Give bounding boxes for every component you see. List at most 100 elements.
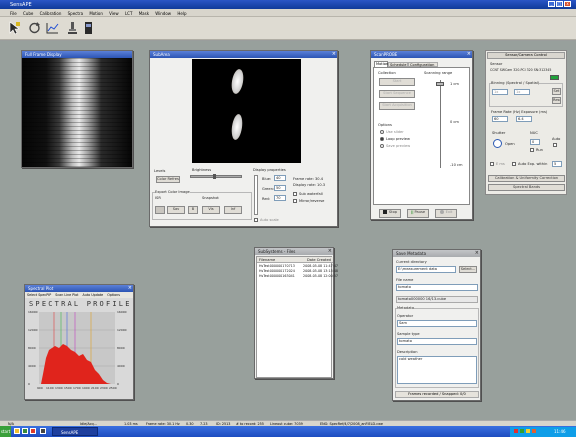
- save-button[interactable]: [155, 206, 165, 214]
- col-date[interactable]: Date Created: [307, 258, 331, 262]
- close-button[interactable]: x: [564, 1, 571, 7]
- camera-icon[interactable]: [82, 21, 95, 35]
- close-icon[interactable]: ×: [467, 51, 471, 57]
- menu-auto-update[interactable]: Auto Update: [83, 293, 104, 297]
- full-frame-image[interactable]: [22, 58, 132, 167]
- subarea-title[interactable]: SubArea ×: [150, 51, 337, 58]
- metadata-title[interactable]: Save Metadata ×: [393, 250, 480, 257]
- menu-cube[interactable]: Cube: [23, 11, 33, 16]
- microscope-icon[interactable]: [66, 21, 79, 35]
- tray-icon[interactable]: [526, 429, 530, 433]
- ext-checkbox[interactable]: [490, 162, 494, 166]
- pause-button[interactable]: ||Pause: [407, 209, 429, 218]
- close-icon[interactable]: ×: [328, 248, 332, 254]
- operator-field[interactable]: Sam: [397, 320, 477, 327]
- shutter-toggle-icon[interactable]: [493, 139, 502, 148]
- chart-icon[interactable]: [46, 21, 59, 35]
- calibration-button[interactable]: Calibration & Uniformity Correction: [488, 175, 565, 182]
- menu-help[interactable]: Help: [177, 11, 186, 16]
- auto-checkbox[interactable]: [553, 143, 557, 147]
- menu-select-specpip[interactable]: Select SpecPIP: [27, 293, 51, 297]
- start-button[interactable]: Start: [379, 78, 415, 86]
- close-icon[interactable]: ×: [475, 250, 479, 256]
- quicklaunch-icon[interactable]: [30, 428, 36, 434]
- binning-set-button[interactable]: Set: [552, 88, 561, 95]
- menu-lct[interactable]: LCT: [125, 11, 132, 16]
- slider-handle[interactable]: [213, 174, 216, 179]
- blue-field[interactable]: 40: [274, 175, 286, 181]
- channel-scale[interactable]: [254, 175, 258, 215]
- menu-calibration[interactable]: Calibration: [40, 11, 62, 16]
- cursor-icon[interactable]: [8, 21, 21, 35]
- minimize-button[interactable]: _: [548, 1, 555, 7]
- exit-button[interactable]: Exit: [435, 209, 457, 218]
- brightness-slider[interactable]: [190, 174, 242, 179]
- tray-icon[interactable]: [532, 429, 536, 433]
- color-refresh-button[interactable]: Color Refresh: [156, 176, 180, 183]
- sample-type-field[interactable]: tomato: [397, 338, 477, 345]
- bin-spectral-field[interactable]: 1x: [492, 89, 508, 95]
- full-frame-title[interactable]: Full Frame Display: [22, 51, 132, 58]
- snapshot-inf-button[interactable]: Inf: [224, 206, 242, 214]
- refresh-icon[interactable]: [28, 21, 41, 35]
- binning-reset-button[interactable]: Reset: [552, 97, 561, 104]
- subarea-image[interactable]: [192, 59, 301, 163]
- red-field[interactable]: 70: [274, 195, 286, 201]
- menu-scan-line-plot[interactable]: Scan Line Plot: [55, 293, 78, 297]
- menu-mask[interactable]: Mask: [139, 11, 149, 16]
- sensor-control-header[interactable]: Sensor/Camera Control: [487, 52, 565, 59]
- close-icon[interactable]: ×: [128, 285, 132, 291]
- start-acquisition-button[interactable]: Start Acquisition: [379, 102, 415, 110]
- spectral-plot-area[interactable]: SPECTRAL PROFILE 16000 12000 8000 4000 0…: [25, 298, 133, 399]
- quicklaunch-icon[interactable]: [14, 428, 20, 434]
- frame-rate-field[interactable]: 60: [492, 116, 508, 122]
- nuc-run-checkbox[interactable]: [530, 148, 534, 152]
- loop-preview-radio[interactable]: [380, 137, 384, 141]
- exposure-field[interactable]: 6.4: [516, 116, 532, 122]
- auto-scale-checkbox[interactable]: [254, 218, 258, 222]
- quicklaunch-icon[interactable]: [40, 428, 46, 434]
- exit-icon: [439, 210, 444, 214]
- snapshot-vis-button[interactable]: Vis: [202, 206, 220, 214]
- save-preview-radio[interactable]: [380, 144, 384, 148]
- taskbar-app-button[interactable]: SensAPE: [52, 427, 98, 436]
- menu-file[interactable]: File: [10, 11, 17, 16]
- start-sequence-button[interactable]: Start Sequence: [379, 90, 415, 98]
- auto-exposure-checkbox[interactable]: [512, 162, 516, 166]
- scanprobe-title[interactable]: ScanPROBE ×: [371, 51, 472, 58]
- spectral-profile-chart[interactable]: [39, 312, 115, 384]
- table-row[interactable]: HsTest000000163041 2008-05-08 12:00:57: [257, 274, 338, 279]
- description-field[interactable]: cold weather: [397, 356, 477, 384]
- files-title[interactable]: SubSystems - Files ×: [255, 248, 333, 255]
- tray-icon[interactable]: [520, 429, 524, 433]
- quicklaunch-icon[interactable]: [22, 428, 28, 434]
- waterfall-checkbox[interactable]: [293, 192, 297, 196]
- close-icon[interactable]: ×: [332, 51, 336, 57]
- menu-options[interactable]: Options: [107, 293, 120, 297]
- select-dir-button[interactable]: Select...: [459, 266, 477, 273]
- menu-motion[interactable]: Motion: [89, 11, 103, 16]
- auto-exposure-field[interactable]: 5: [552, 161, 562, 167]
- spectral-plot-title[interactable]: Spectral Plot ×: [25, 285, 133, 292]
- spectral-bands-button[interactable]: Spectral Bands: [488, 184, 565, 191]
- tray-icon[interactable]: [514, 429, 518, 433]
- stop-button[interactable]: Stop: [379, 209, 401, 218]
- green-field[interactable]: 50: [274, 185, 286, 191]
- maximize-button[interactable]: □: [556, 1, 563, 7]
- nuc-field[interactable]: 0: [530, 139, 540, 145]
- start-button[interactable]: start: [0, 426, 11, 437]
- range-slider[interactable]: [440, 80, 441, 168]
- menu-spectra[interactable]: Spectra: [68, 11, 83, 16]
- export-b-button[interactable]: B: [188, 206, 198, 214]
- y-tick: 4000: [28, 364, 36, 368]
- mirror-checkbox[interactable]: [293, 199, 297, 203]
- current-dir-field[interactable]: E:\measurement data: [396, 266, 456, 273]
- use-slider-radio[interactable]: [380, 130, 384, 134]
- menu-view[interactable]: View: [109, 11, 119, 16]
- col-filename[interactable]: Filename: [259, 258, 275, 262]
- file-name-field[interactable]: tomato: [396, 284, 478, 291]
- bin-spatial-field[interactable]: 1x: [514, 89, 530, 95]
- range-slider-handle[interactable]: [436, 82, 444, 86]
- export-save-button[interactable]: Sav: [167, 206, 185, 214]
- menu-window[interactable]: Window: [155, 11, 171, 16]
